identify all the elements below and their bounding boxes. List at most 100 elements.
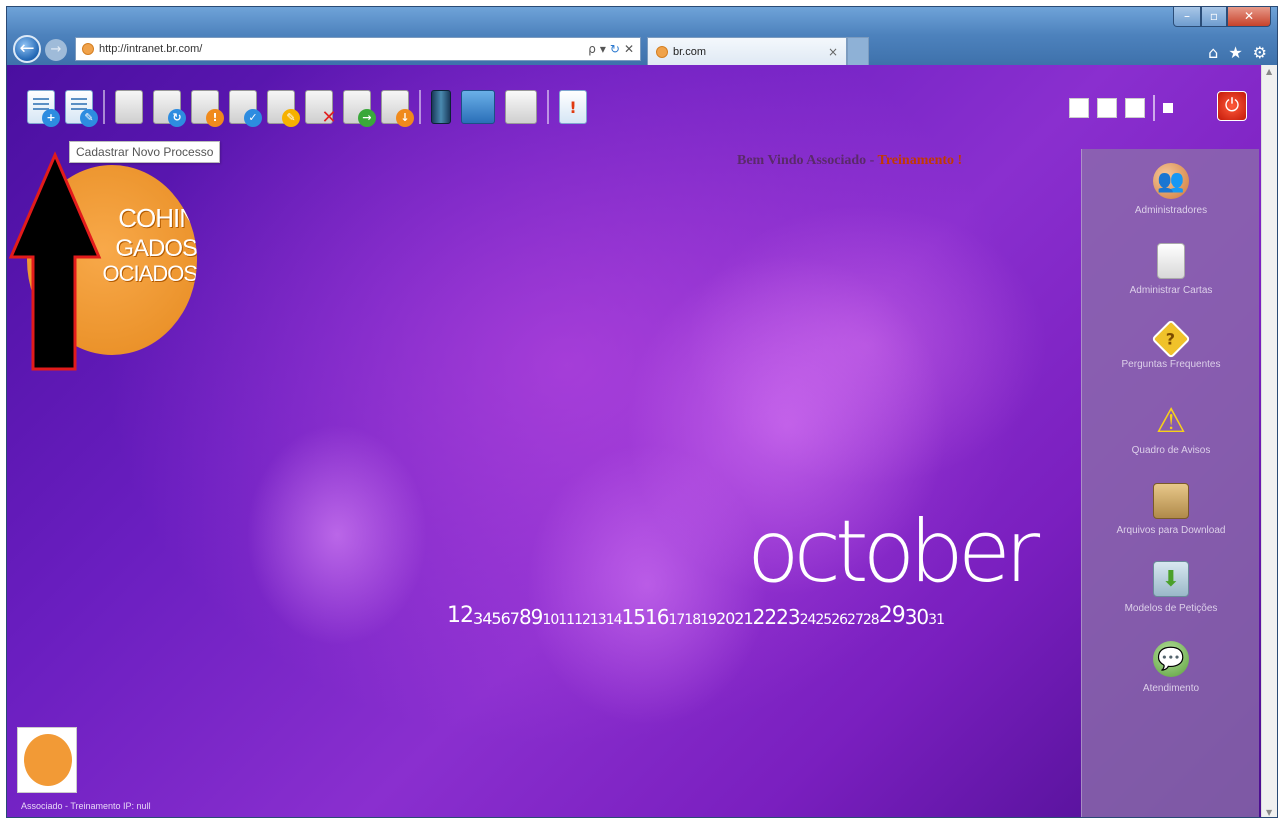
envelope-warning-icon[interactable]: ! <box>191 90 224 127</box>
browser-titlebar: – ▫ ✕ ← → http://intranet.br.com/ ρ ▾ ↻ … <box>7 7 1277 69</box>
box-icon <box>1153 483 1189 519</box>
calendar-day: 22 <box>752 605 777 629</box>
calendar-day: 7 <box>509 609 520 628</box>
annotation-arrow-icon <box>8 151 102 371</box>
sidepanel-item-label: Perguntas Frequentes <box>1121 359 1221 370</box>
tile-windows-icon[interactable] <box>1097 98 1117 118</box>
calendar-day: 13 <box>589 612 607 628</box>
address-bar[interactable]: http://intranet.br.com/ ρ ▾ ↻ ✕ <box>75 37 641 61</box>
envelope-icon[interactable] <box>115 90 143 124</box>
logout-power-button[interactable]: ⏻ <box>1217 91 1247 121</box>
monitor-icon[interactable] <box>461 90 495 124</box>
tab-title: br.com <box>673 45 707 58</box>
check-badge-icon: ✓ <box>244 109 262 127</box>
stop-icon[interactable]: ✕ <box>624 42 634 56</box>
calendar-day: 6 <box>500 609 511 628</box>
address-bar-tools: ρ ▾ ↻ ✕ <box>588 42 640 56</box>
address-url[interactable]: http://intranet.br.com/ <box>99 43 588 55</box>
calendar-day: 21 <box>734 609 753 628</box>
logo-line-1: COHIN <box>118 203 197 233</box>
scroll-up-icon[interactable]: ▲ <box>1266 67 1272 76</box>
calendar-day: 4 <box>482 609 492 628</box>
calendar-day: 5 <box>491 609 501 628</box>
new-document-icon[interactable]: + <box>27 90 60 127</box>
new-tab-button[interactable] <box>847 37 869 65</box>
site-favicon-icon <box>82 43 94 55</box>
status-text: Associado - Treinamento IP: null <box>21 801 151 811</box>
browser-tools: ⌂ ★ ⚙ <box>1208 43 1267 62</box>
forward-button[interactable]: → <box>45 39 67 61</box>
logo-line-2: GADOS <box>115 235 197 262</box>
calendar-day: 3 <box>473 609 483 628</box>
question-mark: ? <box>1166 329 1176 349</box>
database-icon[interactable] <box>431 90 451 124</box>
envelope-delete-icon[interactable]: ✕ <box>305 90 337 127</box>
browser-tab[interactable]: br.com × <box>647 37 847 65</box>
toolbar-separator <box>103 90 105 124</box>
browser-window: – ▫ ✕ ← → http://intranet.br.com/ ρ ▾ ↻ … <box>6 6 1278 818</box>
sidepanel-item-label: Quadro de Avisos <box>1131 445 1211 456</box>
warning-badge-icon: ! <box>206 109 224 127</box>
envelope-refresh-icon[interactable]: ↻ <box>153 90 186 127</box>
forward-badge-icon: → <box>358 109 376 127</box>
calendar-day: 26 <box>831 612 848 628</box>
sidepanel-item-arquivos-para-download[interactable]: Arquivos para Download <box>1082 483 1260 536</box>
envelope-edit-icon[interactable]: ✎ <box>267 90 300 127</box>
cascade-windows-icon[interactable] <box>1069 98 1089 118</box>
search-icon[interactable]: ρ <box>588 42 596 56</box>
alert-document-icon[interactable]: ! <box>559 90 587 124</box>
folder-download-icon: ⬇ <box>1153 561 1189 597</box>
calendar-day: 10 <box>542 612 559 628</box>
sidepanel-item-administradores[interactable]: 👥 Administradores <box>1082 163 1260 216</box>
vertical-scrollbar[interactable]: ▲ ▼ <box>1261 65 1277 817</box>
minimize-button[interactable]: – <box>1173 7 1201 27</box>
calendar-day: 28 <box>862 612 880 628</box>
scroll-down-icon[interactable]: ▼ <box>1266 808 1272 817</box>
grid-windows-icon[interactable] <box>1125 98 1145 118</box>
minimize-all-icon[interactable] <box>1163 103 1173 113</box>
tools-icon[interactable]: ⚙ <box>1253 43 1267 62</box>
calendar-days: 1 2 3 4 5 6 7 8 9 10 11 12 13 14 15 16 17 18 19 20 21 22 23 24 2… <box>447 603 945 629</box>
calendar-day: 8 <box>518 605 532 629</box>
sidepanel-item-atendimento[interactable]: 💬 Atendimento <box>1082 641 1260 694</box>
page-content: + ✎ ↻ ! ✓ ✎ ✕ → ↓ ! ⏻ COHIN GADOS OCIADO… <box>7 65 1261 817</box>
sidepanel-item-administrar-cartas[interactable]: Administrar Cartas <box>1082 243 1260 296</box>
people-icon: 👥 <box>1153 163 1189 199</box>
close-window-button[interactable]: ✕ <box>1227 7 1271 27</box>
user-chat-icon: 💬 <box>1153 641 1189 677</box>
back-button[interactable]: ← <box>13 35 41 63</box>
window-controls: – ▫ ✕ <box>1173 7 1271 29</box>
sidepanel-item-modelos-de-peticoes[interactable]: ⬇ Modelos de Petições <box>1082 561 1260 614</box>
home-icon[interactable]: ⌂ <box>1208 43 1218 62</box>
envelope-download-icon[interactable]: ↓ <box>381 90 414 127</box>
calendar-day: 12 <box>574 612 591 628</box>
calendar-day: 15 <box>621 605 646 629</box>
sidepanel-item-label: Modelos de Petições <box>1124 603 1218 614</box>
calendar-month: october <box>747 502 1040 602</box>
calendar-day: 2 <box>460 603 474 628</box>
tab-close-icon[interactable]: × <box>828 45 838 59</box>
calendar-day: 19 <box>700 612 717 628</box>
small-logo-circle <box>24 734 72 786</box>
sidepanel-item-quadro-de-avisos[interactable]: ⚠ Quadro de Avisos <box>1082 401 1260 456</box>
warning-icon: ⚠ <box>1155 401 1187 441</box>
favorites-icon[interactable]: ★ <box>1228 43 1242 62</box>
calendar-day: 27 <box>847 612 864 628</box>
copy-pages-icon[interactable] <box>505 90 537 124</box>
maximize-button[interactable]: ▫ <box>1201 7 1227 27</box>
dropdown-icon[interactable]: ▾ <box>600 42 606 56</box>
sidepanel-item-perguntas-frequentes[interactable]: ? Perguntas Frequentes <box>1082 319 1260 370</box>
toolbar-separator <box>547 90 549 124</box>
small-logo <box>17 727 77 793</box>
envelope-forward-icon[interactable]: → <box>343 90 376 127</box>
welcome-prefix: Bem Vindo Associado - <box>737 153 878 168</box>
welcome-message: Bem Vindo Associado - Treinamento ! <box>737 153 962 169</box>
calendar-day: 16 <box>645 605 669 629</box>
envelope-check-icon[interactable]: ✓ <box>229 90 262 127</box>
refresh-badge-icon: ↻ <box>168 109 186 127</box>
side-panel: 👥 Administradores Administrar Cartas ? P… <box>1081 149 1260 817</box>
layout-tools <box>1069 95 1173 121</box>
edit-document-icon[interactable]: ✎ <box>65 90 98 127</box>
refresh-icon[interactable]: ↻ <box>610 42 620 56</box>
calendar-day: 18 <box>684 612 701 628</box>
